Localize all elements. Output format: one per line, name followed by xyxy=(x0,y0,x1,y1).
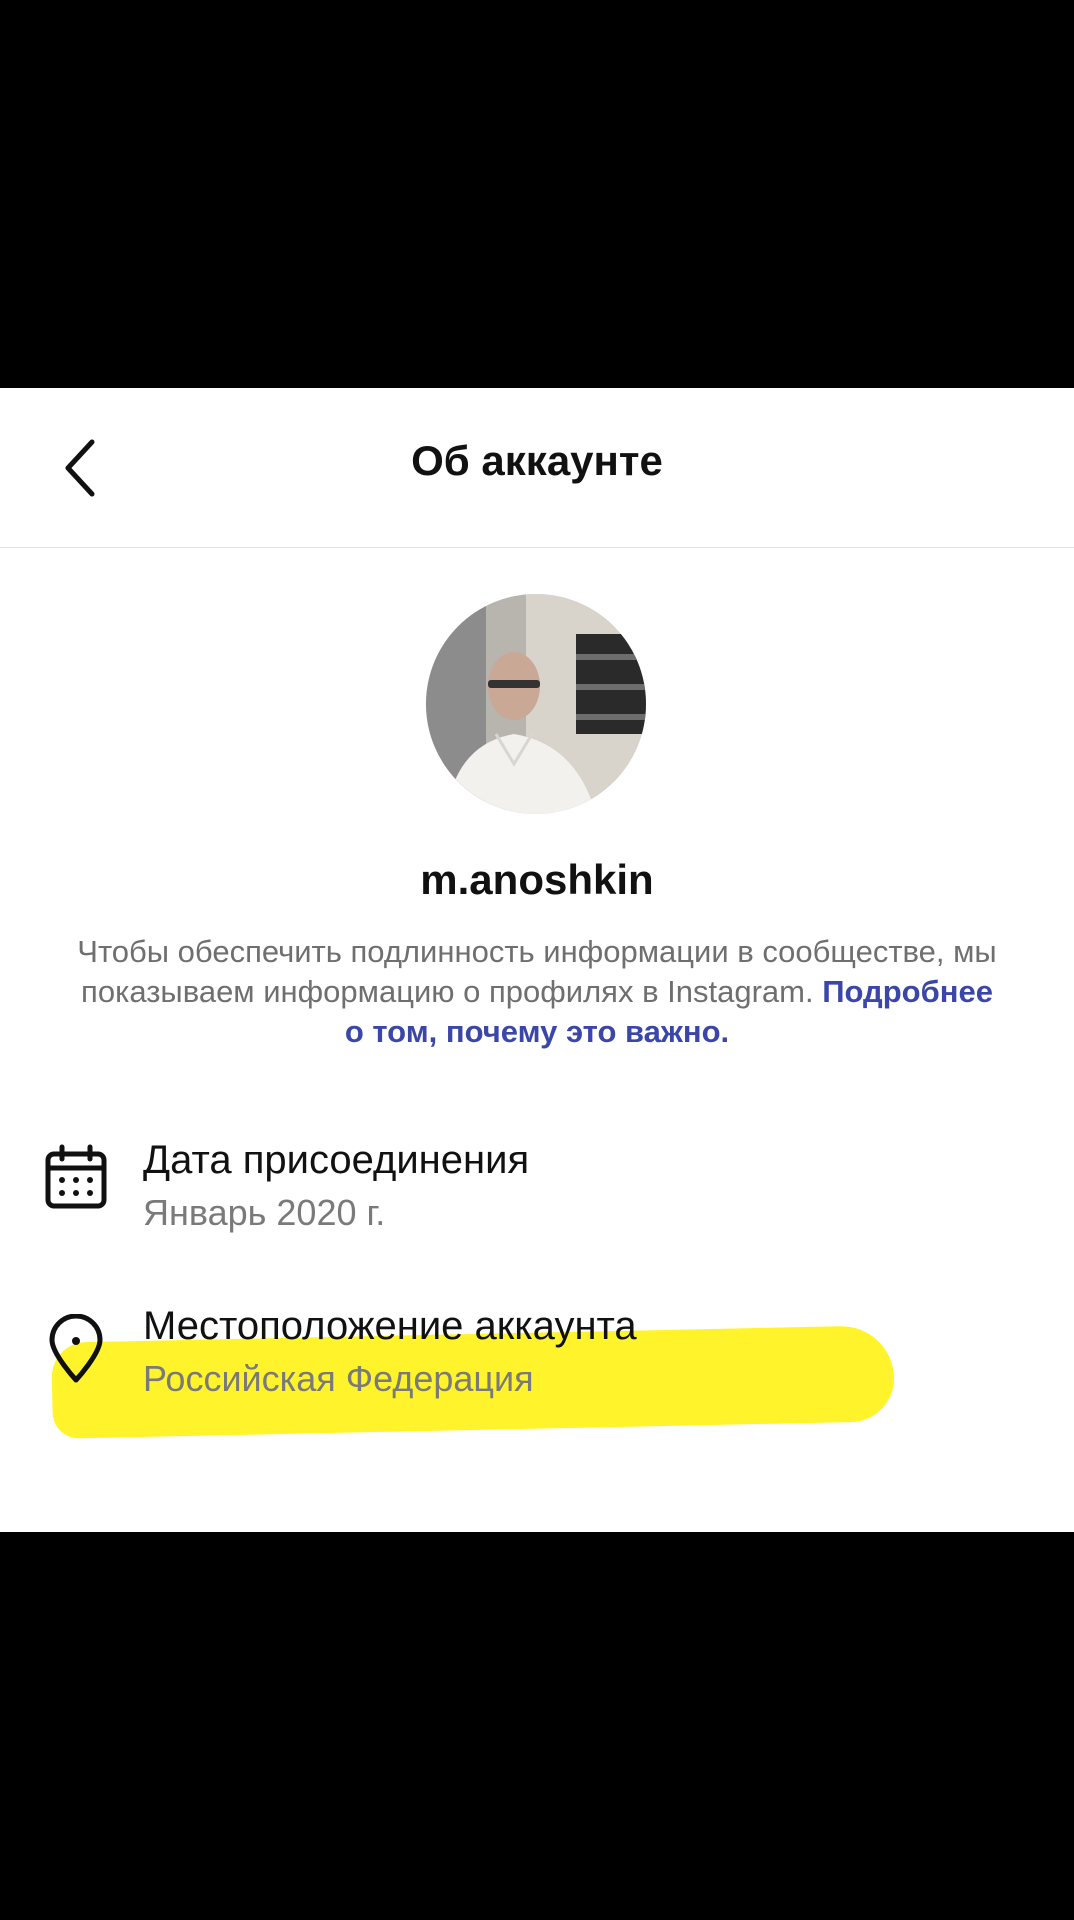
location-value: Российская Федерация xyxy=(143,1358,534,1399)
bottom-letterbox xyxy=(0,1532,1074,1920)
join-date-row: Дата присоединения Январь 2020 г. xyxy=(0,1138,1074,1248)
chevron-left-icon xyxy=(65,439,95,497)
calendar-icon xyxy=(45,1144,107,1209)
top-letterbox xyxy=(0,0,1074,388)
location-pin-icon xyxy=(49,1314,103,1383)
page-title: Об аккаунте xyxy=(411,437,663,484)
join-date-label: Дата присоединения xyxy=(143,1138,530,1182)
back-button[interactable] xyxy=(44,428,116,508)
location-row: Местоположение аккаунта Российская Федер… xyxy=(0,1304,1074,1414)
header-bar: Об аккаунте xyxy=(0,388,1074,548)
profile-photo xyxy=(426,594,646,814)
location-label: Местоположение аккаунта xyxy=(143,1304,637,1348)
about-account-screen: Об аккаунте m.anoshkin Чтобы обеспечить … xyxy=(0,388,1074,1532)
username: m.anoshkin xyxy=(420,856,654,903)
avatar xyxy=(426,594,646,814)
join-date-value: Январь 2020 г. xyxy=(143,1192,386,1233)
info-description: Чтобы обеспечить подлинность информации … xyxy=(70,932,1004,1052)
